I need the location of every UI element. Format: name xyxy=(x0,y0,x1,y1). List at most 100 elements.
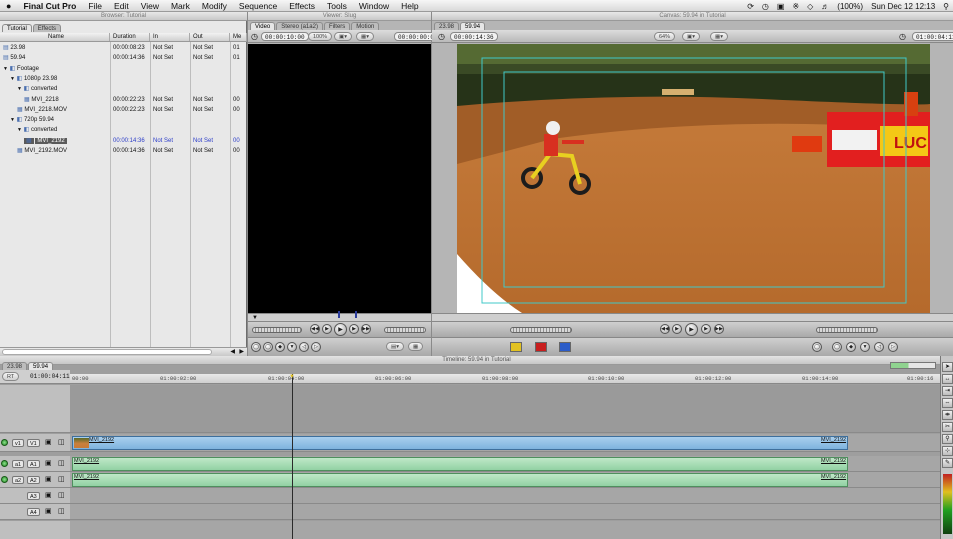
tab-23-98[interactable]: 23.98 xyxy=(434,22,460,30)
canvas-play-in-out-button[interactable]: ▶ xyxy=(672,324,682,334)
destination-control-a1[interactable]: A1 xyxy=(27,460,40,468)
column-out[interactable]: Out xyxy=(190,33,230,41)
viewer-duration-timecode[interactable]: 00:00:10:00 xyxy=(261,32,309,41)
edit-selection-tool-icon[interactable]: ↔ xyxy=(942,374,953,384)
viewer-view-popup[interactable]: ▣▾ xyxy=(334,32,352,41)
canvas-zoom-popup[interactable]: 64% xyxy=(654,32,676,41)
canvas-add-keyframe-button[interactable]: ◆ xyxy=(846,342,856,352)
canvas-jog[interactable] xyxy=(816,327,878,333)
lock-icon[interactable]: ▣ xyxy=(45,438,52,446)
viewer-play-in-out-button[interactable]: ▶ xyxy=(322,324,332,334)
menubar-clock[interactable]: Sun Dec 12 12:13 xyxy=(871,2,935,11)
browser-row[interactable]: ▼ ◧ converted xyxy=(0,84,247,94)
lock-icon[interactable]: ▣ xyxy=(45,491,52,499)
insert-edit-button[interactable] xyxy=(510,342,522,352)
viewer-video-area[interactable] xyxy=(248,44,431,313)
disclosure-triangle-icon[interactable]: ▼ xyxy=(10,117,15,123)
column-in[interactable]: In xyxy=(150,33,190,41)
canvas-play-button[interactable]: ▶ xyxy=(685,323,698,336)
canvas-shuttle[interactable] xyxy=(510,327,572,333)
browser-row[interactable]: ▼ ◧ 1080p 23.98 xyxy=(0,74,247,84)
timeline-ruler[interactable]: 00:00 01:00:02:00 01:00:04:00 01:00:06:0… xyxy=(70,374,940,384)
video-clip[interactable]: MVI_2192 MVI_2192 xyxy=(72,436,848,450)
autoselect-icon[interactable]: ◫ xyxy=(58,507,65,515)
menu-mark[interactable]: Mark xyxy=(165,1,196,11)
viewer-add-marker-button[interactable]: ▼ xyxy=(287,342,297,352)
disclosure-triangle-icon[interactable]: ▼ xyxy=(3,66,8,72)
viewer-play-button[interactable]: ▶ xyxy=(334,323,347,336)
autoselect-icon[interactable]: ◫ xyxy=(58,475,65,483)
volume-icon[interactable]: ♬ xyxy=(821,2,829,11)
viewer-zoom-popup[interactable]: 100% xyxy=(308,32,333,41)
autoselect-icon[interactable]: ◫ xyxy=(58,438,65,446)
column-media[interactable]: Me xyxy=(230,33,247,41)
canvas-playhead-sync-popup[interactable]: ▦▾ xyxy=(710,32,728,41)
track-audible-toggle[interactable] xyxy=(1,476,8,483)
viewer-mark-clip-button[interactable]: ◯ xyxy=(263,342,273,352)
timeline-current-timecode[interactable]: 01:00:04:11 xyxy=(30,373,70,380)
zoom-tool-icon[interactable]: ⚲ xyxy=(942,434,953,444)
browser-row[interactable]: ▼ ◧ converted xyxy=(0,125,247,135)
viewer-play-around-button[interactable]: ▶ xyxy=(349,324,359,334)
viewer-shuttle[interactable] xyxy=(252,327,302,333)
track-audible-toggle[interactable] xyxy=(1,460,8,467)
tab-stereo[interactable]: Stereo (a1a2) xyxy=(276,22,323,30)
scroll-thumb[interactable] xyxy=(2,349,212,355)
viewer-add-keyframe-button[interactable]: ◆ xyxy=(275,342,285,352)
menu-sequence[interactable]: Sequence xyxy=(233,1,283,11)
viewer-mark-in-button[interactable]: ◁ xyxy=(299,342,309,352)
menu-edit[interactable]: Edit xyxy=(108,1,135,11)
viewer-scrubber[interactable]: ▼ xyxy=(248,311,431,321)
destination-control-a3[interactable]: A3 xyxy=(27,492,40,500)
overwrite-edit-button[interactable] xyxy=(535,342,547,352)
rt-popup[interactable]: RT xyxy=(2,372,20,381)
disclosure-triangle-icon[interactable]: ▼ xyxy=(10,76,15,82)
lock-icon[interactable]: ▣ xyxy=(45,475,52,483)
tab-video[interactable]: Video xyxy=(250,22,276,30)
viewer-next-edit-button[interactable]: ▶▶ xyxy=(361,324,371,334)
bluetooth-icon[interactable]: ※ xyxy=(792,2,799,11)
track-visibility-toggle[interactable] xyxy=(1,439,8,446)
scroll-left-icon[interactable]: ◀ xyxy=(230,348,235,355)
canvas-mark-in-button[interactable]: ◁ xyxy=(874,342,884,352)
viewer-out-marker[interactable] xyxy=(355,311,357,318)
canvas-add-marker-button[interactable]: ▼ xyxy=(860,342,870,352)
lock-icon[interactable]: ▣ xyxy=(45,459,52,467)
tab-timeline-59-94[interactable]: 59.94 xyxy=(28,362,54,370)
browser-scrollbar[interactable]: ◀ ▶ xyxy=(0,347,247,356)
canvas-current-timecode[interactable]: 01:00:04:11 xyxy=(912,32,953,41)
browser-row[interactable]: ▦ MVI_2192.MOV 00:00:14:36 Not Set Not Set 0… xyxy=(0,146,247,156)
canvas-mark-clip-button[interactable]: ◯ xyxy=(832,342,842,352)
viewer-recent-clips-popup[interactable]: ▦ xyxy=(408,342,424,351)
browser-row[interactable]: ▦ MVI_2218 00:00:22:23 Not Set Not Set 00 xyxy=(0,95,247,105)
canvas-duration-timecode[interactable]: 00:00:14:36 xyxy=(450,32,498,41)
disclosure-triangle-icon[interactable]: ▼ xyxy=(17,127,22,133)
audio-clip-a2[interactable]: MVI_2192 MVI_2192 xyxy=(72,473,848,487)
slip-tool-icon[interactable]: ⇼ xyxy=(942,410,953,420)
canvas-view-popup[interactable]: ▣▾ xyxy=(682,32,700,41)
source-control-a1[interactable]: a1 xyxy=(12,460,25,468)
menu-help[interactable]: Help xyxy=(395,1,424,11)
wifi-icon[interactable]: ◇ xyxy=(807,2,813,11)
menu-app-name[interactable]: Final Cut Pro xyxy=(17,1,82,11)
audio-clip-a1[interactable]: MVI_2192 MVI_2192 xyxy=(72,457,848,471)
canvas-scrubber[interactable] xyxy=(432,313,953,321)
viewer-match-frame-button[interactable]: ◯ xyxy=(251,342,261,352)
autoselect-icon[interactable]: ◫ xyxy=(58,491,65,499)
browser-row[interactable]: ▤ 59.94 00:00:14:36 Not Set Not Set 01 xyxy=(0,53,247,63)
browser-row[interactable]: ▤ 23.98 00:00:08:23 Not Set Not Set 01 xyxy=(0,43,247,53)
source-control-a2[interactable]: a2 xyxy=(12,476,25,484)
playhead-marker-icon[interactable]: ▼ xyxy=(289,374,295,380)
menu-file[interactable]: File xyxy=(82,1,108,11)
browser-row[interactable]: ▦ MVI_2218.MOV 00:00:22:23 Not Set Not Set 0… xyxy=(0,105,247,115)
browser-row[interactable]: ▦ MVI_2192 00:00:14:36 Not Set Not Set 00 xyxy=(0,136,247,146)
tab-tutorial[interactable]: Tutorial xyxy=(2,24,32,32)
timeline-playhead[interactable] xyxy=(292,374,293,539)
ripple-tool-icon[interactable]: ⇔ xyxy=(942,398,953,408)
viewer-playhead-sync-popup[interactable]: ▦▾ xyxy=(356,32,374,41)
menu-effects[interactable]: Effects xyxy=(283,1,321,11)
pen-tool-icon[interactable]: ✎ xyxy=(942,458,953,468)
replace-edit-button[interactable] xyxy=(559,342,571,352)
sync-icon[interactable]: ⟳ xyxy=(747,2,754,11)
menu-tools[interactable]: Tools xyxy=(321,1,353,11)
